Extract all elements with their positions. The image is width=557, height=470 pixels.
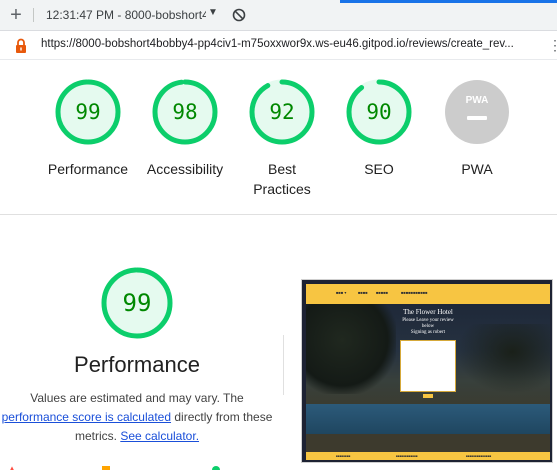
section-divider <box>0 214 557 215</box>
gauge-ring: 92 <box>249 79 315 145</box>
gauge-label: Accessibility <box>146 161 224 177</box>
gauge-label: Best Practices <box>253 161 311 197</box>
gauge-pwa[interactable]: PWA PWA <box>427 78 527 179</box>
pwa-badge-icon: PWA <box>445 80 509 144</box>
gauge-score: 90 <box>366 100 391 124</box>
gauge-best-practices[interactable]: 92 Best Practices <box>232 78 332 199</box>
plus-icon[interactable]: + <box>8 5 24 25</box>
gauge-score: 92 <box>269 100 294 124</box>
tab-title[interactable]: 12:31:47 PM - 8000-bobshort4 <box>46 8 206 22</box>
pwa-badge-text: PWA <box>466 95 489 106</box>
gauge-score: 98 <box>172 100 197 124</box>
performance-gauge: 99 <box>101 267 173 339</box>
address-bar[interactable]: https://8000-bobshort4bobby4-pp4civ1-m75… <box>0 31 557 60</box>
performance-score-link[interactable]: performance score is calculated <box>2 410 171 424</box>
gauge-score: 99 <box>75 100 100 124</box>
gauge-accessibility[interactable]: 98 Accessibility <box>135 78 235 179</box>
gauge-ring: 90 <box>346 79 412 145</box>
see-calculator-link[interactable]: See calculator. <box>120 429 199 443</box>
site-heading: The Flower Hotel <box>403 308 453 316</box>
vertical-divider <box>283 335 284 395</box>
gauge-label: SEO <box>364 161 394 177</box>
gauge-seo[interactable]: 90 SEO <box>329 78 429 179</box>
performance-title: Performance <box>74 352 200 377</box>
review-form-box <box>400 340 456 392</box>
performance-score: 99 <box>123 289 152 317</box>
desc-prefix: Values are estimated and may vary. The <box>30 391 244 405</box>
site-navbar: ■■■ ▾ ■■■■ ■■■■■ ■■■■■■■■■■■ <box>306 284 550 304</box>
deck-shape <box>306 434 550 454</box>
legend-pass <box>212 465 226 470</box>
metrics-legend-row <box>0 462 557 470</box>
pool-shape <box>306 404 550 434</box>
page-info-icon[interactable]: ⋮ <box>548 37 557 54</box>
gauge-ring: 99 <box>55 79 121 145</box>
gauge-performance[interactable]: 99 Performance <box>38 78 138 179</box>
gauge-label: Performance <box>47 161 129 177</box>
final-screenshot[interactable]: ■■■ ▾ ■■■■ ■■■■■ ■■■■■■■■■■■ The Flower Hot… <box>301 279 553 463</box>
legend-average <box>102 465 116 470</box>
triangle-down-icon[interactable]: ▼ <box>208 7 218 18</box>
site-sub-line: Signing as robert <box>410 330 446 335</box>
gauge-label: PWA <box>461 161 493 177</box>
url-text[interactable]: https://8000-bobshort4bobby4-pp4civ1-m75… <box>41 38 531 50</box>
gauge-ring: 98 <box>152 79 218 145</box>
submit-button-shape <box>423 394 433 398</box>
performance-description: Values are estimated and may vary. The p… <box>0 389 274 446</box>
active-tab-indicator <box>340 0 557 3</box>
screenshot-image: ■■■ ▾ ■■■■ ■■■■■ ■■■■■■■■■■■ The Flower Hot… <box>306 284 550 460</box>
site-subheading: Please Leave your review below Signing a… <box>306 318 550 336</box>
category-gauges: 99 Performance 98 Accessibility 92 Best … <box>0 78 557 198</box>
legend-fail <box>8 465 22 470</box>
tab-separator <box>33 8 34 22</box>
block-icon[interactable] <box>232 8 246 22</box>
lock-icon[interactable] <box>14 38 28 54</box>
site-footer: ■■■■■■■■ ■■■■■■■■■■■■ ■■■■■■■■■■■■■■ <box>306 452 550 460</box>
tab-strip: + 12:31:47 PM - 8000-bobshort4 ▼ <box>0 0 557 31</box>
